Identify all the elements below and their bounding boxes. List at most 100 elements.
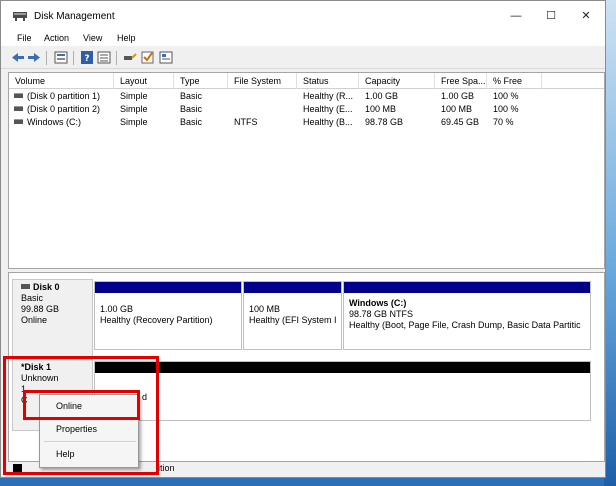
menu-file[interactable]: File bbox=[17, 33, 32, 43]
close-button[interactable]: ✕ bbox=[569, 5, 603, 27]
partition-status: Healthy (EFI System I bbox=[249, 315, 337, 325]
partition-bar bbox=[244, 282, 341, 293]
volume-list-icon[interactable] bbox=[97, 51, 111, 64]
legend-swatch bbox=[13, 464, 22, 473]
cell-capacity: 1.00 GB bbox=[365, 91, 399, 101]
partition-recovery[interactable]: 1.00 GB Healthy (Recovery Partition) bbox=[94, 281, 242, 350]
column-header-volume[interactable]: Volume bbox=[9, 73, 114, 89]
volume-list[interactable]: Volume Layout Type File System Status Ca… bbox=[8, 72, 605, 269]
cell-percent-free: 100 % bbox=[493, 104, 519, 114]
cell-percent-free: 70 % bbox=[493, 117, 514, 127]
cell-layout: Simple bbox=[120, 117, 148, 127]
toolbar: ? bbox=[1, 47, 605, 69]
menu-action[interactable]: Action bbox=[44, 33, 69, 43]
table-row[interactable]: (Disk 0 partition 1) Simple Basic Health… bbox=[9, 90, 604, 103]
partition-windows-c[interactable]: Windows (C:) 98.78 GB NTFS Healthy (Boot… bbox=[343, 281, 591, 350]
disk-1-partition-text: d bbox=[142, 392, 148, 402]
cell-free-space: 69.45 GB bbox=[441, 117, 480, 127]
unallocated-bar bbox=[95, 362, 590, 373]
forward-arrow-icon[interactable] bbox=[27, 51, 41, 64]
partition-title: Windows (C:) bbox=[349, 298, 407, 308]
column-header-status[interactable]: Status bbox=[297, 73, 359, 89]
drive-icon bbox=[14, 106, 23, 111]
toolbar-separator bbox=[73, 51, 74, 65]
svg-text:?: ? bbox=[84, 54, 89, 64]
disk-1-type: Unknown bbox=[21, 373, 59, 383]
menu-bar: File Action View Help bbox=[1, 31, 605, 46]
cell-layout: Simple bbox=[120, 104, 148, 114]
disk-0-type: Basic bbox=[21, 293, 44, 303]
cell-volume: (Disk 0 partition 2) bbox=[14, 103, 114, 116]
disk-1-name: *Disk 1 bbox=[21, 362, 52, 372]
cell-type: Basic bbox=[180, 91, 203, 101]
partition-bar bbox=[95, 282, 241, 293]
disk-0-title: Disk 0 bbox=[21, 282, 92, 293]
toolbar-separator bbox=[46, 51, 47, 65]
volume-list-header: Volume Layout Type File System Status Ca… bbox=[9, 73, 604, 89]
cell-file-system: NTFS bbox=[234, 117, 258, 127]
cell-file-system bbox=[234, 103, 297, 116]
menu-item-properties[interactable]: Properties bbox=[40, 420, 138, 438]
cell-layout: Simple bbox=[120, 91, 148, 101]
partition-status: Healthy (Recovery Partition) bbox=[100, 315, 213, 325]
cell-status: Healthy (R... bbox=[303, 91, 354, 101]
column-header-capacity[interactable]: Capacity bbox=[359, 73, 435, 89]
partition-bar bbox=[344, 282, 590, 293]
partition-size: 1.00 GB bbox=[100, 304, 134, 314]
disk-list-icon[interactable] bbox=[54, 51, 68, 64]
disk-1-unallocated[interactable]: d bbox=[94, 361, 591, 421]
cell-status: Healthy (B... bbox=[303, 117, 353, 127]
context-menu: Online Properties Help bbox=[39, 394, 139, 468]
cell-type: Basic bbox=[180, 117, 203, 127]
disk-0-label[interactable]: Disk 0 Basic 99.88 GB Online bbox=[12, 279, 93, 358]
properties-icon[interactable] bbox=[159, 51, 173, 64]
volume-name: Windows (C:) bbox=[27, 117, 82, 127]
partition-size: 100 MB bbox=[249, 304, 281, 314]
disk-1-title: *Disk 1 bbox=[21, 362, 92, 373]
cell-volume: (Disk 0 partition 1) bbox=[14, 90, 114, 103]
back-arrow-icon[interactable] bbox=[11, 51, 25, 64]
drive-icon bbox=[14, 93, 23, 98]
partition-efi[interactable]: 100 MB Healthy (EFI System I bbox=[243, 281, 342, 350]
column-header-free-space[interactable]: Free Spa... bbox=[435, 73, 487, 89]
disk-management-icon bbox=[13, 12, 27, 21]
cell-type: Basic bbox=[180, 104, 203, 114]
volume-name: (Disk 0 partition 1) bbox=[27, 91, 101, 101]
disk-0-status: Online bbox=[21, 315, 48, 325]
minimize-button[interactable]: — bbox=[499, 5, 533, 27]
menu-separator bbox=[44, 441, 136, 442]
menu-item-help[interactable]: Help bbox=[40, 445, 138, 463]
cell-volume: Windows (C:) bbox=[14, 116, 114, 129]
disk-0-size: 99.88 GB bbox=[21, 304, 60, 314]
drive-icon bbox=[14, 119, 23, 124]
menu-view[interactable]: View bbox=[83, 33, 102, 43]
cell-percent-free: 100 % bbox=[493, 91, 519, 101]
maximize-button[interactable]: ☐ bbox=[534, 5, 568, 27]
menu-separator bbox=[44, 417, 136, 418]
legend-text: ition bbox=[158, 463, 175, 473]
disk-0-name: Disk 0 bbox=[33, 282, 60, 292]
toolbar-separator bbox=[116, 51, 117, 65]
window-title: Disk Management bbox=[34, 11, 115, 22]
menu-item-online[interactable]: Online bbox=[40, 397, 138, 415]
check-icon[interactable] bbox=[141, 51, 155, 64]
column-header-layout[interactable]: Layout bbox=[114, 73, 174, 89]
column-header-file-system[interactable]: File System bbox=[228, 73, 297, 89]
cell-free-space: 1.00 GB bbox=[441, 91, 475, 101]
cell-capacity: 100 MB bbox=[365, 104, 397, 114]
disk-icon bbox=[21, 284, 30, 289]
menu-help[interactable]: Help bbox=[117, 33, 136, 43]
partition-status: Healthy (Boot, Page File, Crash Dump, Ba… bbox=[349, 320, 581, 330]
help-icon[interactable]: ? bbox=[80, 51, 94, 64]
connect-icon[interactable] bbox=[123, 51, 137, 64]
table-row[interactable]: (Disk 0 partition 2) Simple Basic Health… bbox=[9, 103, 604, 116]
volume-name: (Disk 0 partition 2) bbox=[27, 104, 101, 114]
table-row[interactable]: Windows (C:) Simple Basic NTFS Healthy (… bbox=[9, 116, 604, 129]
title-bar[interactable]: Disk Management — ☐ ✕ bbox=[1, 1, 605, 31]
cell-status: Healthy (E... bbox=[303, 104, 353, 114]
column-header-percent-free[interactable]: % Free bbox=[487, 73, 542, 89]
cell-free-space: 100 MB bbox=[441, 104, 473, 114]
cell-file-system bbox=[234, 90, 297, 103]
partition-size: 98.78 GB NTFS bbox=[349, 309, 414, 319]
column-header-type[interactable]: Type bbox=[174, 73, 228, 89]
